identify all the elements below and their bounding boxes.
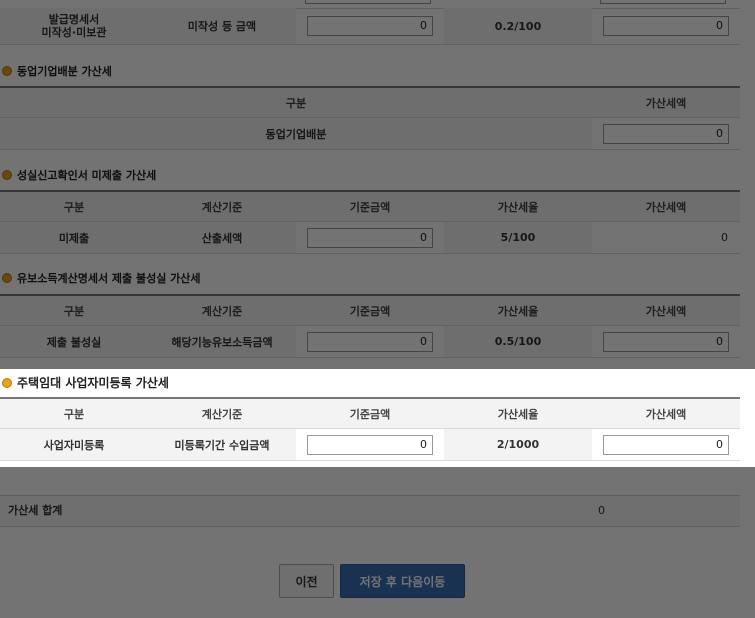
header-basis: 계산기준 — [148, 294, 296, 326]
base-amount-input[interactable]: 0 — [307, 227, 433, 248]
save-next-button[interactable]: 저장 후 다음이동 — [340, 564, 465, 598]
header-base-amount: 기준금액 — [296, 294, 444, 326]
basis-cell: 미등록기간 수입금액 — [148, 428, 296, 461]
tax-cell: 0 — [592, 428, 740, 461]
tax-cell: 0 — [592, 325, 740, 358]
confirm-table: 구분 계산기준 기준금액 가산세율 가산세액 미제출 산출세액 0 5/100 … — [0, 190, 740, 254]
coop-table: 구분 가산세액 동업기업배분 0 — [0, 86, 740, 150]
section-title-dividend: 유보소득계산명세서 제출 불성실 가산세 — [0, 269, 201, 289]
bullet-icon — [2, 377, 12, 388]
tax-input[interactable]: 0 — [603, 16, 729, 36]
section-title-coop: 동업기업배분 가산세 — [0, 62, 112, 82]
header-basis: 계산기준 — [148, 190, 296, 222]
header-rate: 가산세율 — [444, 294, 592, 326]
row-label: 발급명세서 미작성·미보관 — [0, 8, 148, 45]
bullet-icon — [2, 273, 12, 283]
tax-input[interactable]: 0 — [603, 434, 729, 455]
top-stub-input-2[interactable] — [600, 0, 726, 4]
table-header-row: 구분 계산기준 기준금액 가산세율 가산세액 — [0, 294, 740, 326]
header-category: 구분 — [0, 397, 148, 429]
header-base-amount: 기준금액 — [296, 397, 444, 429]
row-label-line2: 미작성·미보관 — [41, 26, 107, 39]
table-row: 제출 불성실 해당기능유보소득금액 0 0.5/100 0 — [0, 325, 740, 358]
header-tax: 가산세액 — [592, 294, 740, 326]
top-section-table: 발급명세서 미작성·미보관 미작성 등 금액 0 0.2/100 0 — [0, 8, 740, 45]
base-amount-cell: 0 — [296, 428, 444, 461]
rate-cell: 0.2/100 — [444, 8, 592, 45]
header-rate: 가산세율 — [444, 397, 592, 429]
rate-cell: 5/100 — [444, 221, 592, 254]
basis-cell: 산출세액 — [148, 221, 296, 254]
row-label: 제출 불성실 — [0, 325, 148, 358]
bullet-icon — [2, 66, 12, 76]
table-row: 발급명세서 미작성·미보관 미작성 등 금액 0 0.2/100 0 — [0, 8, 740, 45]
header-category: 구분 — [0, 86, 592, 118]
row-label-line1: 발급명세서 — [48, 13, 100, 26]
total-row: 가산세 합계 0 — [0, 495, 740, 527]
base-amount-cell: 0 — [296, 325, 444, 358]
basis-cell: 해당기능유보소득금액 — [148, 325, 296, 358]
prev-button[interactable]: 이전 — [279, 564, 334, 598]
tax-cell: 0 — [592, 117, 740, 150]
header-rate: 가산세율 — [444, 190, 592, 222]
header-basis: 계산기준 — [148, 397, 296, 429]
table-header-row: 구분 계산기준 기준금액 가산세율 가산세액 — [0, 190, 740, 222]
section-title-confirm: 성실신고확인서 미제출 가산세 — [0, 166, 156, 186]
table-row: 사업자미등록 미등록기간 수입금액 0 2/1000 0 — [0, 428, 740, 461]
header-tax: 가산세액 — [592, 397, 740, 429]
header-base-amount: 기준금액 — [296, 190, 444, 222]
header-tax: 가산세액 — [592, 86, 740, 118]
tax-cell: 0 — [592, 8, 740, 45]
total-value: 0 — [598, 504, 605, 517]
rental-table: 구분 계산기준 기준금액 가산세율 가산세액 사업자미등록 미등록기간 수입금액… — [0, 397, 740, 461]
basis-cell: 미작성 등 금액 — [148, 8, 296, 45]
section-title-rental: 주택임대 사업자미등록 가산세 — [0, 373, 169, 393]
base-amount-cell: 0 — [296, 8, 444, 45]
top-stub-input-1[interactable] — [305, 0, 431, 4]
base-amount-cell: 0 — [296, 221, 444, 254]
rate-cell: 2/1000 — [444, 428, 592, 461]
rate-cell: 0.5/100 — [444, 325, 592, 358]
dividend-table: 구분 계산기준 기준금액 가산세율 가산세액 제출 불성실 해당기능유보소득금액… — [0, 294, 740, 358]
base-amount-input[interactable]: 0 — [307, 434, 433, 455]
tax-input[interactable]: 0 — [603, 123, 729, 144]
tax-input[interactable]: 0 — [603, 331, 729, 352]
table-row: 동업기업배분 0 — [0, 117, 740, 150]
base-amount-input[interactable]: 0 — [307, 331, 433, 352]
total-label: 가산세 합계 — [8, 504, 63, 517]
row-label: 사업자미등록 — [0, 428, 148, 461]
base-amount-input[interactable]: 0 — [307, 16, 433, 36]
header-category: 구분 — [0, 190, 148, 222]
header-tax: 가산세액 — [592, 190, 740, 222]
table-header-row: 구분 가산세액 — [0, 86, 740, 118]
header-category: 구분 — [0, 294, 148, 326]
row-label: 미제출 — [0, 221, 148, 254]
page: 발급명세서 미작성·미보관 미작성 등 금액 0 0.2/100 0 동업기업배… — [0, 0, 755, 618]
tax-value: 0 — [592, 221, 740, 254]
row-label: 동업기업배분 — [0, 117, 592, 150]
bullet-icon — [2, 170, 12, 180]
table-header-row: 구분 계산기준 기준금액 가산세율 가산세액 — [0, 397, 740, 429]
table-row: 미제출 산출세액 0 5/100 0 — [0, 221, 740, 254]
